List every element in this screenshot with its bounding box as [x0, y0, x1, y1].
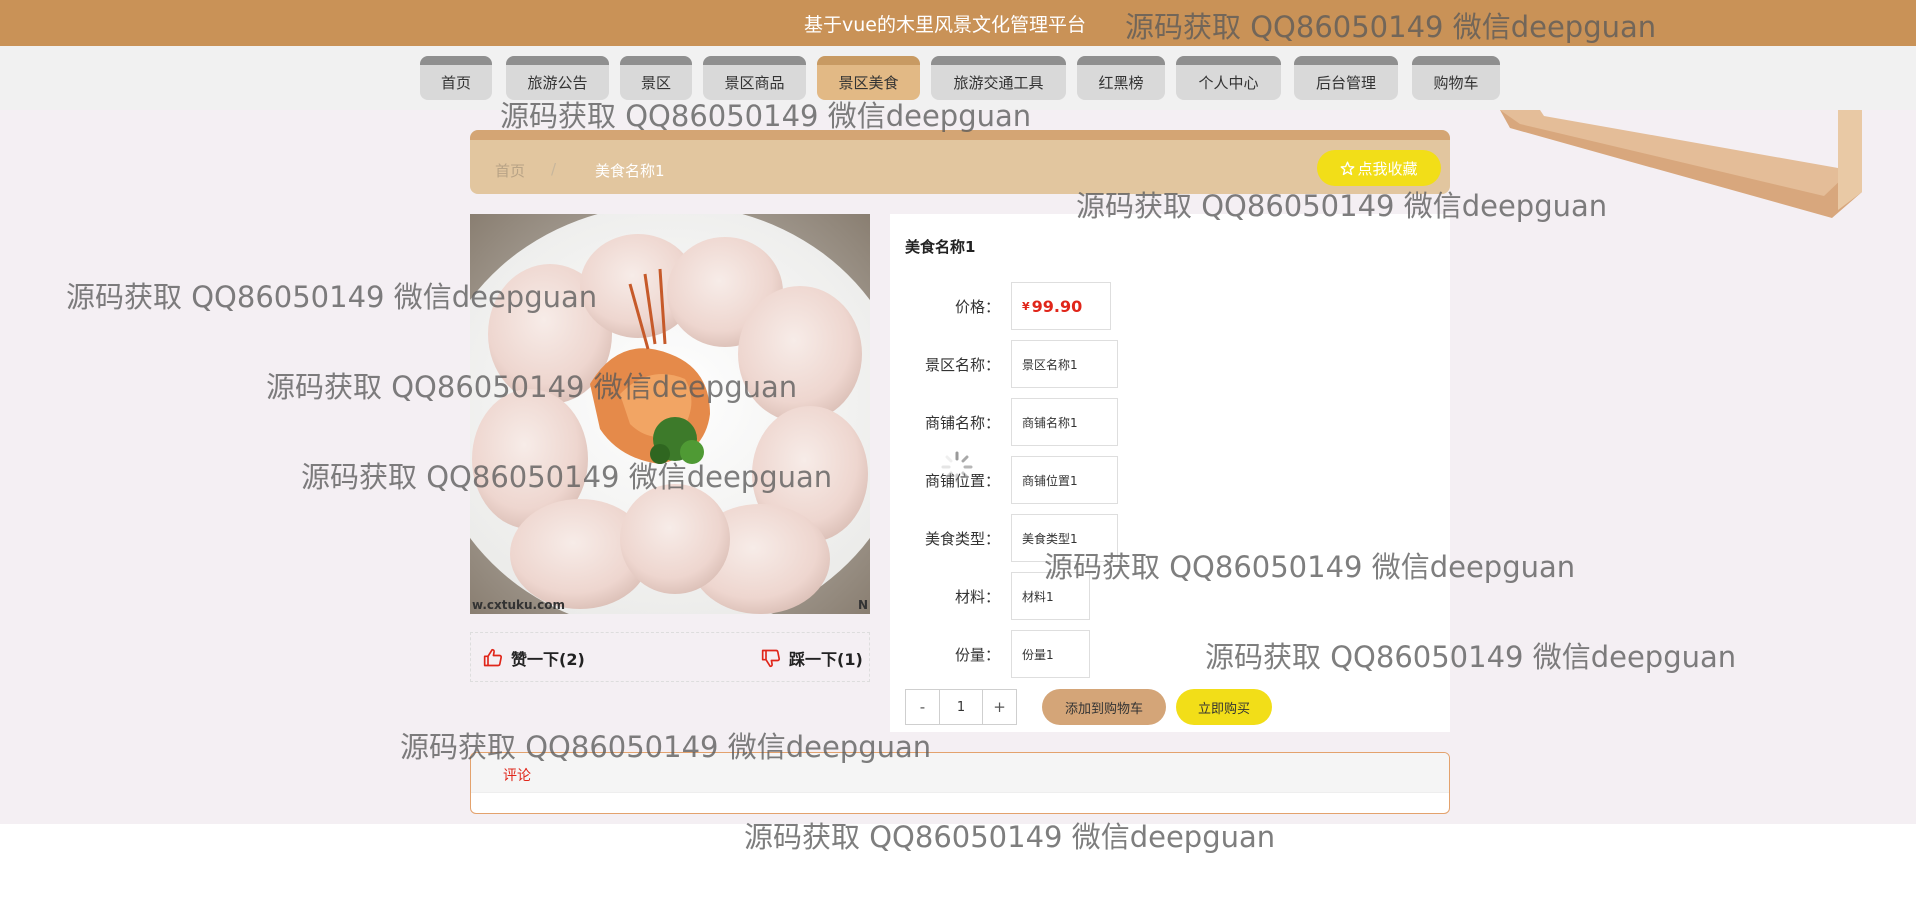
food-name: 美食名称1 — [905, 238, 976, 256]
breadcrumb: 首页 / 美食名称1 点我收藏 — [470, 130, 1450, 194]
nav-item-scenic-goods[interactable]: 景区商品 — [703, 56, 806, 100]
field-value-scenic-name: 景区名称1 — [1011, 340, 1118, 388]
field-value-price: ¥ 99.90 — [1011, 282, 1111, 330]
nav-item-announcements[interactable]: 旅游公告 — [506, 56, 609, 100]
currency-symbol: ¥ — [1022, 299, 1030, 313]
image-watermark-left: w.cxtuku.com — [472, 598, 565, 612]
top-header-bar: 基于vue的木里风景文化管理平台 — [0, 0, 1916, 46]
nav-item-home[interactable]: 首页 — [420, 56, 492, 100]
field-row-scenic-name: 景区名称： 景区名称1 — [890, 340, 1450, 388]
food-detail-panel: 美食名称1 价格： ¥ 99.90 景区名称： 景区名称1 商铺名称： 商铺名称… — [890, 214, 1450, 732]
price-amount: 99.90 — [1031, 296, 1083, 316]
quantity-plus-button[interactable]: + — [983, 690, 1016, 724]
field-row-portion: 份量： 份量1 — [890, 630, 1450, 678]
nav-item-cart[interactable]: 购物车 — [1412, 56, 1500, 100]
nav-item-ranking[interactable]: 红黑榜 — [1077, 56, 1165, 100]
nav-item-transport[interactable]: 旅游交通工具 — [931, 56, 1066, 100]
quantity-input[interactable] — [939, 690, 983, 724]
field-row-food-type: 美食类型： 美食类型1 — [890, 514, 1450, 562]
thumbs-up-icon — [483, 648, 503, 667]
dislike-button[interactable]: 踩一下(1) — [761, 646, 863, 670]
site-title: 基于vue的木里风景文化管理平台 — [804, 14, 1086, 36]
nav-item-admin[interactable]: 后台管理 — [1294, 56, 1398, 100]
main-nav: 首页 旅游公告 景区 景区商品 景区美食 旅游交通工具 红黑榜 个人中心 后台管… — [0, 46, 1916, 110]
field-label-price: 价格： — [954, 298, 1000, 316]
add-to-cart-button[interactable]: 添加到购物车 — [1042, 689, 1166, 725]
comment-tab-bar: 评论 — [471, 753, 1449, 793]
field-row-shop-name: 商铺名称： 商铺名称1 — [890, 398, 1450, 446]
breadcrumb-separator: / — [551, 160, 557, 178]
nav-item-user-center[interactable]: 个人中心 — [1176, 56, 1281, 100]
field-label-shop-name: 商铺名称： — [924, 414, 1000, 432]
field-label-ingredients: 材料： — [954, 588, 1000, 606]
field-label-portion: 份量： — [954, 646, 1000, 664]
breadcrumb-current: 美食名称1 — [595, 162, 665, 180]
field-row-price: 价格： ¥ 99.90 — [890, 282, 1450, 330]
field-label-food-type: 美食类型： — [924, 530, 1000, 548]
nav-item-scenic-areas[interactable]: 景区 — [620, 56, 692, 100]
shrimp-dumplings-photo — [470, 214, 870, 614]
field-value-ingredients: 材料1 — [1011, 572, 1090, 620]
nav-item-scenic-food[interactable]: 景区美食 — [817, 56, 920, 100]
buy-now-button[interactable]: 立即购买 — [1176, 689, 1272, 725]
field-value-shop-name: 商铺名称1 — [1011, 398, 1118, 446]
loading-spinner-icon — [941, 451, 973, 483]
breadcrumb-home-link[interactable]: 首页 — [495, 160, 525, 181]
quantity-stepper: - + — [905, 689, 1017, 725]
tab-comments[interactable]: 评论 — [503, 765, 531, 785]
collect-button[interactable]: 点我收藏 — [1317, 150, 1441, 186]
field-value-portion: 份量1 — [1011, 630, 1090, 678]
quantity-minus-button[interactable]: - — [906, 690, 939, 724]
like-button[interactable]: 赞一下(2) — [483, 646, 585, 670]
decorative-corner-shape — [1500, 110, 1862, 218]
vote-bar: 赞一下(2) 踩一下(1) — [470, 632, 870, 682]
field-row-shop-location: 商铺位置： 商铺位置1 — [890, 456, 1450, 504]
collect-button-label: 点我收藏 — [1357, 159, 1418, 178]
food-image: w.cxtuku.com N — [470, 214, 870, 614]
field-value-food-type: 美食类型1 — [1011, 514, 1118, 562]
star-outline-icon — [1341, 161, 1355, 175]
comment-section: 评论 — [470, 752, 1450, 814]
field-row-ingredients: 材料： 材料1 — [890, 572, 1450, 620]
like-count-label: 赞一下(2) — [511, 650, 585, 669]
image-watermark-right: N — [857, 598, 868, 612]
field-value-shop-location: 商铺位置1 — [1011, 456, 1118, 504]
thumbs-down-icon — [761, 649, 781, 668]
dislike-count-label: 踩一下(1) — [789, 650, 863, 669]
field-label-scenic-name: 景区名称： — [924, 356, 1000, 374]
